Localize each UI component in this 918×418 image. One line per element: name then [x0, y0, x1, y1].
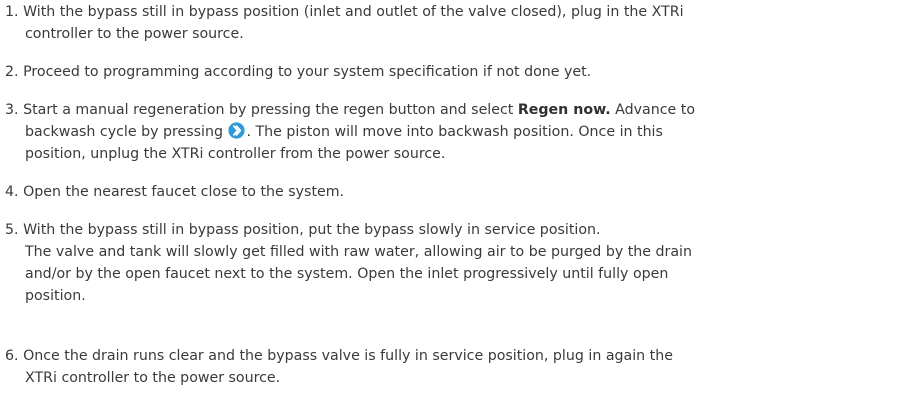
step-text: Advance to: [610, 102, 696, 118]
step-text: With the bypass still in bypass position…: [23, 222, 601, 238]
step-text: Open the nearest faucet close to the sys…: [23, 184, 345, 200]
step-number: 1.: [5, 4, 19, 20]
step-1: 1. With the bypass still in bypass posit…: [5, 1, 910, 45]
step-number: 6.: [5, 348, 19, 364]
step-text: position, unplug the XTRi controller fro…: [25, 146, 446, 162]
step-text: XTRi controller to the power source.: [25, 370, 281, 386]
step-6: 6. Once the drain runs clear and the byp…: [5, 345, 910, 389]
step-text: controller to the power source.: [25, 26, 244, 42]
advance-arrow-icon: [228, 122, 246, 139]
step-number: 3.: [5, 102, 19, 118]
step-4: 4. Open the nearest faucet close to the …: [5, 181, 910, 203]
step-number: 2.: [5, 64, 19, 80]
step-text: . The piston will move into backwash pos…: [246, 124, 663, 140]
step-5: 5. With the bypass still in bypass posit…: [5, 219, 910, 307]
regen-now-label: Regen now.: [517, 102, 611, 118]
step-text: Proceed to programming according to your…: [23, 64, 592, 80]
instruction-list: 1. With the bypass still in bypass posit…: [0, 0, 918, 418]
step-text: Start a manual regeneration by pressing …: [23, 102, 518, 118]
step-text: position.: [25, 288, 86, 304]
step-3: 3. Start a manual regeneration by pressi…: [5, 99, 910, 165]
step-text: With the bypass still in bypass position…: [23, 4, 684, 20]
step-text: backwash cycle by pressing: [25, 124, 228, 140]
step-text: Once the drain runs clear and the bypass…: [23, 348, 673, 364]
step-text: The valve and tank will slowly get fille…: [25, 244, 692, 260]
step-number: 5.: [5, 222, 19, 238]
step-text: and/or by the open faucet next to the sy…: [25, 266, 669, 282]
step-number: 4.: [5, 184, 19, 200]
step-2: 2. Proceed to programming according to y…: [5, 61, 910, 83]
